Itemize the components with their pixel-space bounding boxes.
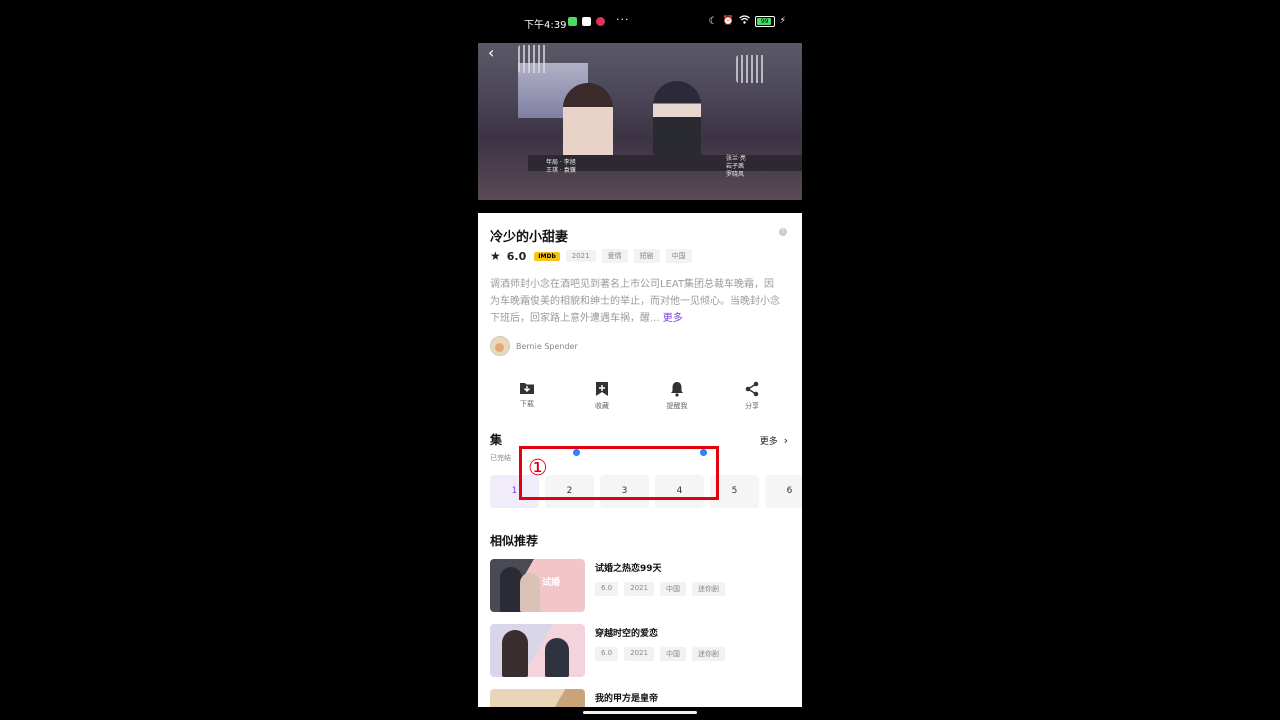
bookmark-button[interactable]: 收藏	[565, 381, 639, 411]
home-indicator[interactable]	[583, 711, 697, 714]
battery-level: 99	[760, 17, 769, 25]
tag-genre: 爱情	[601, 249, 628, 263]
selection-handle-right[interactable]	[700, 449, 707, 456]
status-bar: 下午4:39 ··· ☾ ⏰ 99 ⚡	[478, 12, 802, 32]
tag: 2021	[624, 647, 654, 661]
annotation-label: ①	[528, 456, 548, 481]
tag-year: 2021	[565, 250, 596, 262]
recommendations-title: 相似推荐	[490, 534, 539, 548]
video-player[interactable]: 年局 · 李旭 王琪 · 袁骥 张兰·亮 岩子茜 罗晓风 ‹	[478, 43, 802, 200]
tag: 迷你剧	[691, 582, 725, 596]
selection-handle-left[interactable]	[573, 449, 580, 456]
star-icon: ★	[490, 249, 501, 263]
recommendation-item[interactable]: 穿越时空的爱恋 6.0 2021 中国 迷你剧	[490, 624, 725, 677]
episodes-title: 集	[490, 433, 503, 447]
app-a-icon	[582, 17, 591, 26]
more-notifications-icon: ···	[616, 13, 630, 26]
tag: 中国	[659, 582, 686, 596]
recommendation-title: 试婚之热恋99天	[595, 564, 662, 574]
share-button[interactable]: 分享	[715, 381, 789, 411]
info-icon[interactable]: !	[779, 228, 787, 236]
tag: 迷你剧	[691, 647, 725, 661]
wifi-icon	[738, 15, 750, 27]
annotation-box	[519, 446, 719, 500]
show-meta: ★ 6.0 IMDb 2021 爱情 短剧 中国	[490, 249, 692, 263]
tag: 6.0	[595, 647, 619, 661]
tag-region: 中国	[665, 249, 692, 263]
recommendation-thumbnail	[490, 689, 585, 707]
battery-icon: 99	[754, 15, 775, 27]
status-time: 下午4:39	[524, 20, 567, 31]
alarm-icon: ⏰	[722, 16, 734, 26]
recommendation-item[interactable]: 试婚 试婚之热恋99天 6.0 2021 中国 迷你剧	[490, 559, 725, 612]
action-bar: 下载 收藏 提醒我 分享	[478, 381, 802, 411]
tag: 中国	[659, 647, 686, 661]
tiktok-icon	[596, 17, 605, 26]
back-arrow-icon[interactable]: ‹	[488, 43, 494, 62]
recommendation-thumbnail: 试婚	[490, 559, 585, 612]
remind-me-button[interactable]: 提醒我	[640, 381, 714, 411]
episodes-status: 已完结	[490, 454, 511, 462]
description-more-link[interactable]: 更多	[663, 313, 683, 324]
rating-value: 6.0	[506, 249, 527, 263]
moon-icon: ☾	[708, 15, 718, 27]
show-title: 冷少的小甜妻	[490, 230, 569, 245]
video-credits-right: 张兰·亮 岩子茜 罗晓风	[726, 155, 746, 178]
chevron-right-icon: ›	[783, 434, 788, 447]
bookmark-add-icon	[596, 382, 608, 396]
bell-icon	[671, 382, 683, 397]
tag: 2021	[624, 582, 654, 596]
avatar	[490, 336, 510, 356]
episodes-more-button[interactable]: 更多 ›	[760, 434, 788, 447]
imdb-badge: IMDb	[534, 251, 560, 261]
video-credits-left: 年局 · 李旭 王琪 · 袁骥	[546, 159, 576, 174]
tag: 6.0	[595, 582, 619, 596]
charging-icon: ⚡	[779, 16, 786, 26]
recommendation-title: 我的甲方是皇帝	[595, 694, 659, 704]
episode-6[interactable]: 6	[765, 475, 802, 508]
author[interactable]: Bernie Spender	[490, 336, 578, 356]
show-description: 调酒师封小念在酒吧见到著名上市公司LEAT集团总裁车晚霜，因为车晚霜俊美的相貌和…	[490, 279, 780, 324]
download-button[interactable]: 下载	[490, 381, 564, 411]
author-name: Bernie Spender	[516, 341, 578, 351]
tag-format: 短剧	[633, 249, 660, 263]
recommendation-thumbnail	[490, 624, 585, 677]
recommendation-title: 穿越时空的爱恋	[595, 629, 659, 639]
download-icon	[520, 383, 534, 394]
share-icon	[745, 381, 759, 397]
wechat-icon	[568, 17, 577, 26]
recommendation-item[interactable]: 我的甲方是皇帝	[490, 689, 658, 707]
